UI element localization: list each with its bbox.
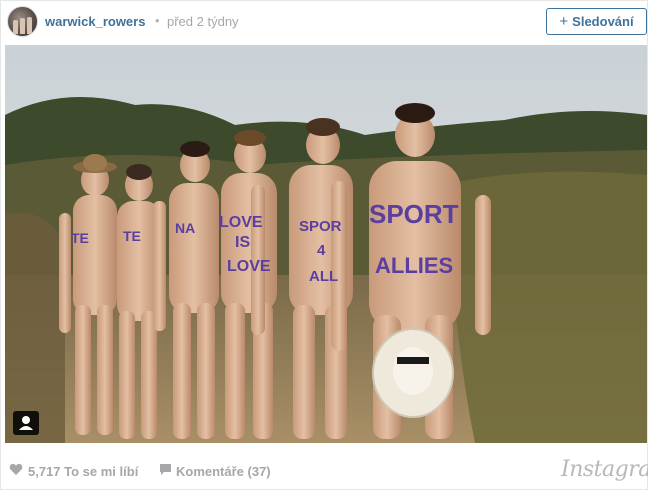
comments-count[interactable]: Komentáře (37) (176, 464, 271, 479)
user-tag-icon[interactable] (13, 411, 39, 435)
paint-4b: IS (235, 234, 250, 251)
post-header: warwick_rowers • před 2 týdny + Sledován… (1, 1, 648, 43)
username-link[interactable]: warwick_rowers (45, 14, 145, 29)
paint-1: TE (71, 230, 89, 246)
paint-6a: SPORT (369, 199, 459, 229)
avatar[interactable] (7, 6, 38, 37)
plus-icon: + (559, 13, 569, 30)
paint-5a: SPOR (299, 218, 342, 235)
follow-button[interactable]: + Sledování (546, 8, 647, 35)
heart-icon[interactable] (9, 463, 23, 476)
post-footer: 5,717 To se mi líbí Komentáře (37) Insta… (1, 449, 648, 490)
post-photo[interactable]: TE TE NA LOVE IS LOVE SPOR 4 ALL SPORT A… (5, 45, 647, 443)
post-timestamp[interactable]: před 2 týdny (167, 14, 239, 29)
paint-5c: ALL (309, 268, 338, 285)
paint-6b: ALLIES (375, 253, 453, 278)
instagram-logo[interactable]: Instagram (561, 457, 648, 482)
paint-4a: LOVE (219, 214, 263, 231)
paint-3: NA (175, 220, 195, 236)
paint-2: TE (123, 228, 141, 244)
likes-count[interactable]: 5,717 To se mi líbí (28, 464, 138, 479)
paint-4c: LOVE (227, 258, 271, 275)
comment-icon[interactable] (159, 463, 172, 476)
follow-label: Sledování (572, 14, 634, 29)
instagram-embed: warwick_rowers • před 2 týdny + Sledován… (0, 0, 648, 490)
paint-5b: 4 (317, 242, 326, 259)
separator-dot: • (155, 13, 160, 28)
